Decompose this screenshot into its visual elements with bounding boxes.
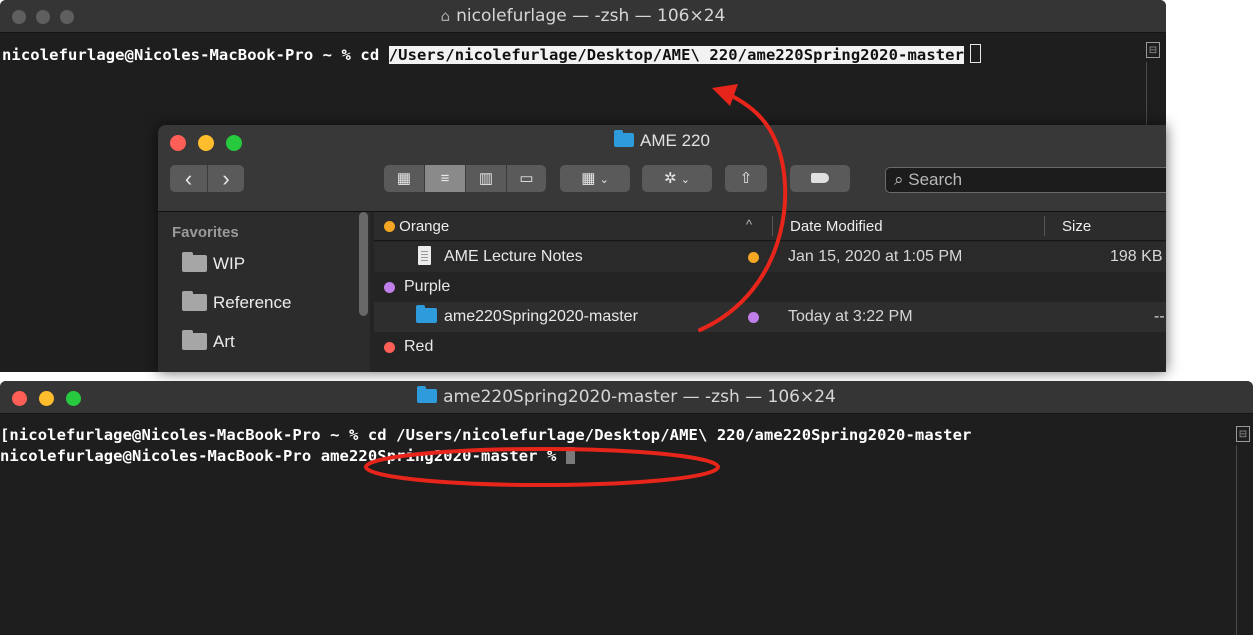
highlight-ellipse bbox=[364, 447, 720, 487]
annotation-overlay bbox=[364, 84, 788, 487]
drag-arrow-curve bbox=[698, 94, 788, 332]
